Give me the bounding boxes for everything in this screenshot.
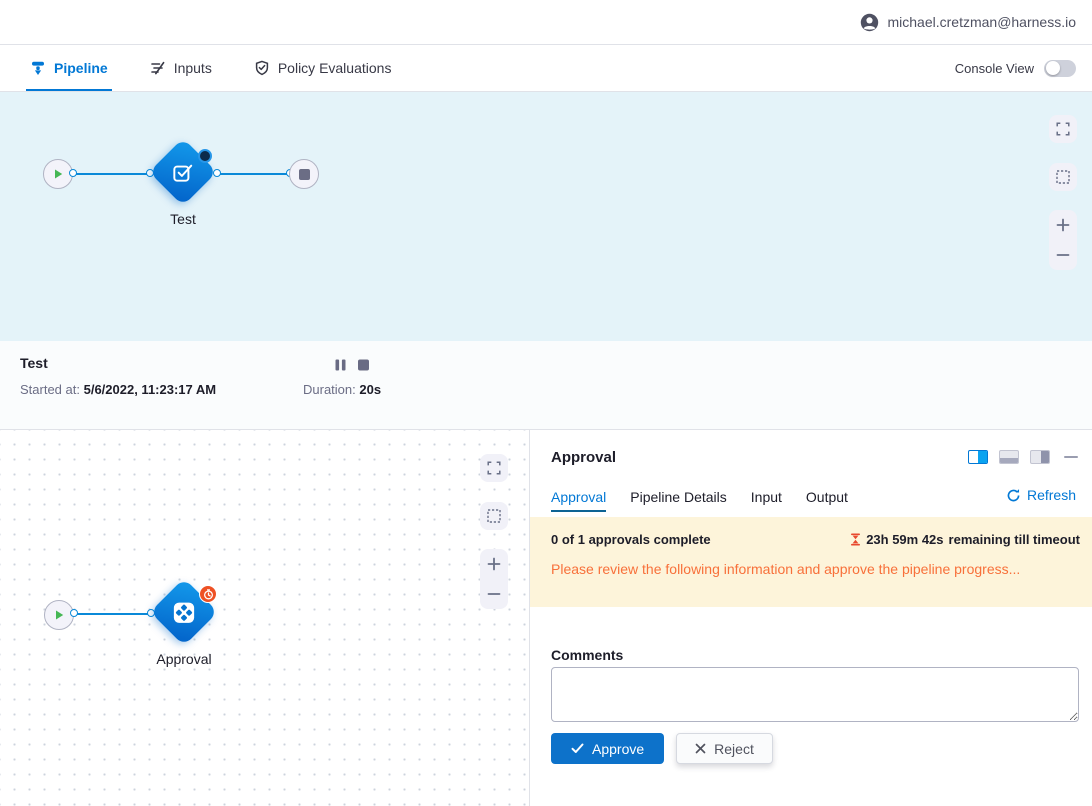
timeout-suffix: remaining till timeout bbox=[949, 532, 1080, 547]
zoom-out-button[interactable] bbox=[1049, 241, 1077, 269]
user-email[interactable]: michael.cretzman@harness.io bbox=[887, 14, 1076, 30]
approvals-progress: 0 of 1 approvals complete bbox=[551, 532, 711, 547]
step-details-panel: Approval Approval Pipeline Details Input… bbox=[530, 430, 1092, 806]
zoom-in-button[interactable] bbox=[480, 550, 508, 578]
duration: Duration: 20s bbox=[303, 382, 381, 397]
zoom-out-button[interactable] bbox=[480, 580, 508, 608]
inputs-icon bbox=[150, 60, 166, 76]
split-view-button[interactable] bbox=[968, 450, 988, 464]
right-view-button[interactable] bbox=[1030, 450, 1050, 464]
started-at: Started at: 5/6/2022, 11:23:17 AM bbox=[20, 382, 216, 397]
play-icon bbox=[52, 168, 64, 180]
approval-actions: Approve Reject bbox=[551, 733, 773, 764]
tab-policy-evaluations[interactable]: Policy Evaluations bbox=[254, 45, 392, 91]
refresh-label: Refresh bbox=[1027, 487, 1076, 503]
marquee-select-button[interactable] bbox=[1049, 163, 1077, 191]
approval-message: Please review the following information … bbox=[551, 561, 1020, 577]
comments-label: Comments bbox=[551, 647, 623, 663]
comments-textarea[interactable] bbox=[551, 667, 1079, 722]
abort-button[interactable] bbox=[357, 358, 370, 372]
refresh-button[interactable]: Refresh bbox=[1006, 487, 1076, 503]
zoom-controls bbox=[1049, 210, 1077, 270]
marquee-select-button[interactable] bbox=[480, 502, 508, 530]
console-view-toggle[interactable] bbox=[1044, 60, 1076, 77]
execution-tabbar: Pipeline Inputs Policy Evaluations Conso… bbox=[0, 45, 1092, 92]
tab-inputs[interactable]: Inputs bbox=[150, 45, 212, 91]
console-view-control: Console View bbox=[955, 45, 1092, 91]
execution-controls bbox=[334, 358, 370, 372]
tab-inputs-label: Inputs bbox=[174, 60, 212, 76]
fullscreen-button[interactable] bbox=[480, 454, 508, 482]
refresh-icon bbox=[1006, 488, 1021, 503]
hourglass-icon bbox=[850, 533, 861, 546]
stage-graph-canvas[interactable]: Test bbox=[0, 92, 1092, 341]
topbar: michael.cretzman@harness.io bbox=[0, 0, 1092, 45]
minimize-panel-button[interactable] bbox=[1064, 456, 1078, 459]
started-at-value: 5/6/2022, 11:23:17 AM bbox=[84, 382, 217, 397]
tab-pipeline[interactable]: Pipeline bbox=[30, 45, 108, 91]
tab-output[interactable]: Output bbox=[806, 482, 848, 512]
tab-policy-evaluations-label: Policy Evaluations bbox=[278, 60, 392, 76]
pipeline-icon bbox=[30, 60, 46, 76]
bottom-view-fill bbox=[1000, 458, 1018, 463]
approval-banner: 0 of 1 approvals complete 23h 59m 42s re… bbox=[530, 517, 1092, 607]
connector-line bbox=[75, 613, 150, 615]
stage-status-bar: Test Started at: 5/6/2022, 11:23:17 AM D… bbox=[0, 341, 1092, 430]
step-start-node[interactable] bbox=[44, 600, 74, 630]
reject-label: Reject bbox=[714, 741, 754, 757]
check-icon bbox=[571, 743, 584, 754]
close-icon bbox=[695, 743, 706, 754]
timeout-remaining: 23h 59m 42s bbox=[866, 532, 943, 547]
shield-check-icon bbox=[254, 60, 270, 76]
approve-label: Approve bbox=[592, 741, 644, 757]
pause-button[interactable] bbox=[334, 358, 347, 372]
bottom-split: Approval Approval Approval bbox=[0, 430, 1092, 806]
panel-layout-controls bbox=[968, 450, 1078, 464]
tab-approval[interactable]: Approval bbox=[551, 482, 606, 512]
timer-badge bbox=[199, 585, 217, 603]
bottom-view-button[interactable] bbox=[999, 450, 1019, 464]
zoom-controls bbox=[480, 549, 508, 609]
running-badge bbox=[198, 149, 212, 163]
split-view-fill bbox=[978, 451, 987, 463]
approval-step-icon bbox=[171, 599, 198, 626]
stage-name: Test bbox=[20, 355, 48, 371]
stop-icon bbox=[299, 169, 310, 180]
reject-button[interactable]: Reject bbox=[676, 733, 773, 764]
stage-node-label: Test bbox=[123, 211, 243, 227]
user-avatar-icon[interactable] bbox=[860, 13, 879, 32]
step-node-label: Approval bbox=[124, 651, 244, 667]
panel-title: Approval bbox=[551, 449, 616, 466]
toggle-knob bbox=[1046, 61, 1060, 75]
active-tab-underline bbox=[26, 89, 112, 91]
active-tab-underline bbox=[551, 510, 606, 512]
duration-value: 20s bbox=[359, 382, 381, 397]
pipeline-end-node[interactable] bbox=[289, 159, 319, 189]
console-view-label: Console View bbox=[955, 61, 1034, 76]
fullscreen-button[interactable] bbox=[1049, 115, 1077, 143]
step-graph-canvas[interactable]: Approval bbox=[0, 430, 530, 806]
zoom-in-button[interactable] bbox=[1049, 211, 1077, 239]
approve-button[interactable]: Approve bbox=[551, 733, 664, 764]
tab-pipeline-details[interactable]: Pipeline Details bbox=[630, 482, 727, 512]
play-icon bbox=[53, 609, 65, 621]
right-view-fill bbox=[1041, 451, 1049, 463]
tab-pipeline-label: Pipeline bbox=[54, 60, 108, 76]
connector-line bbox=[74, 173, 149, 175]
connector-line bbox=[218, 173, 289, 175]
tab-input[interactable]: Input bbox=[751, 482, 782, 512]
details-tabs: Approval Pipeline Details Input Output bbox=[551, 482, 848, 512]
test-step-icon bbox=[170, 159, 196, 185]
